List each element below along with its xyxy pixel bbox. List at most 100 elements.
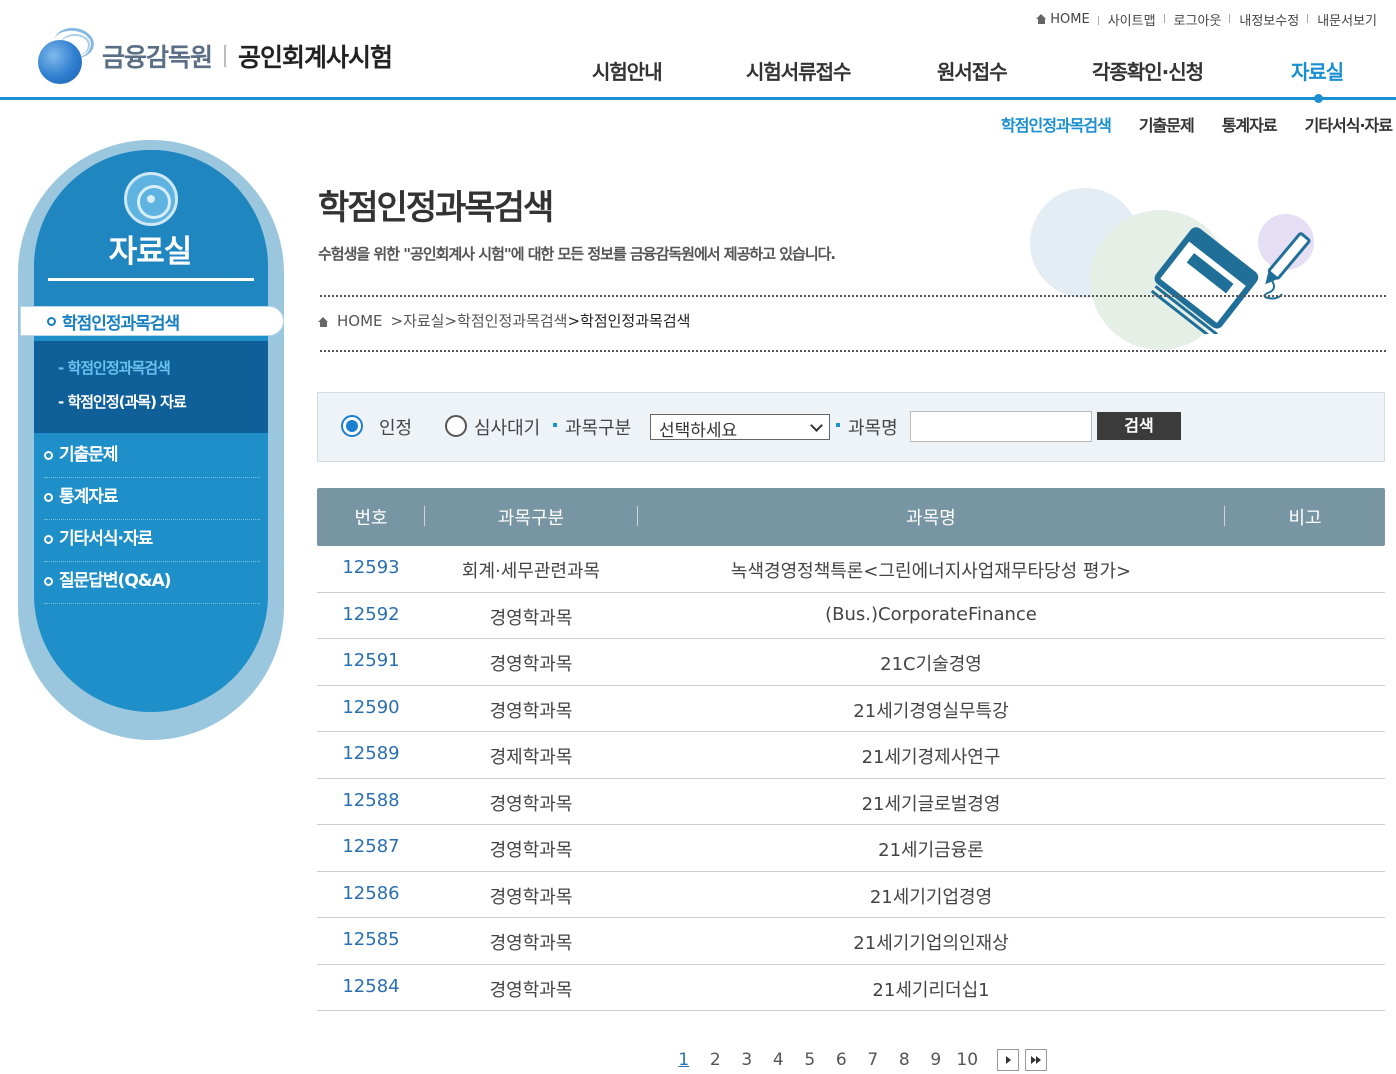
page-link[interactable]: 8 (889, 1050, 921, 1070)
radio-approved[interactable] (341, 415, 363, 437)
bullet-icon (44, 577, 53, 586)
page-link[interactable]: 5 (794, 1050, 826, 1070)
pagination: 1 2 3 4 5 6 7 8 9 10 (668, 1049, 1047, 1071)
page-link[interactable]: 2 (700, 1050, 732, 1070)
logo-divider (224, 45, 227, 67)
page-link[interactable]: 3 (731, 1050, 763, 1070)
util-logout-link[interactable]: 로그아웃 (1165, 10, 1231, 29)
table-row[interactable]: 12590 경영학과목 21세기경영실무특강 (317, 686, 1385, 732)
breadcrumb: HOME >자료실 >학점인정과목검색 >학점인정과목검색 (318, 310, 690, 331)
row-number[interactable]: 12593 (317, 557, 425, 578)
sub-nav: 학점인정과목검색 기출문제 통계자료 기타서식·자료 (973, 112, 1393, 136)
table-row[interactable]: 12592 경영학과목 (Bus.)CorporateFinance (317, 593, 1385, 639)
breadcrumb-current: >학점인정과목검색 (567, 312, 691, 330)
breadcrumb-home[interactable]: HOME (337, 312, 383, 330)
subnav-past-exams[interactable]: 기출문제 (1139, 112, 1195, 136)
last-page-button[interactable] (1025, 1049, 1047, 1071)
gnb-doc-submit[interactable]: 시험서류접수 (746, 56, 851, 85)
side-nav-title: 자료실 (108, 234, 193, 270)
util-home-link[interactable]: HOME (1027, 12, 1100, 27)
row-category: 경영학과목 (489, 793, 573, 815)
site-logo[interactable]: 금융감독원 공인회계사시험 (36, 25, 393, 84)
home-icon (1036, 14, 1047, 24)
radio-pending-label[interactable]: 심사대기 (474, 414, 540, 440)
side-nav-item-statistics[interactable]: 통계자료 (44, 482, 260, 520)
row-subject-name: 21세기기업의인재상 (853, 933, 1009, 954)
gnb-archive[interactable]: 자료실 (1291, 56, 1344, 85)
side-nav-item-credit-search[interactable]: 학점인정과목검색 (20, 306, 284, 336)
subnav-statistics[interactable]: 통계자료 (1222, 112, 1278, 136)
row-category: 경제학과목 (489, 747, 573, 768)
page-link-current[interactable]: 1 (668, 1050, 700, 1070)
table-row[interactable]: 12587 경영학과목 21세기금융론 (317, 825, 1385, 872)
row-number[interactable]: 12592 (317, 604, 425, 625)
table-row[interactable]: 12588 경영학과목 21세기글로벌경영 (317, 779, 1385, 825)
table-row[interactable]: 12584 경영학과목 21세기리더십1 (317, 965, 1385, 1011)
subnav-credit-search[interactable]: 학점인정과목검색 (1001, 112, 1112, 136)
row-subject-name: 21세기경제사연구 (861, 747, 1001, 768)
logo-org: 금융감독원 (102, 43, 213, 72)
row-subject-name: 21세기기업경영 (869, 886, 993, 908)
row-category: 경영학과목 (489, 700, 573, 722)
fss-logo-icon (36, 25, 96, 84)
bullet-dot (836, 423, 840, 427)
row-number[interactable]: 12584 (317, 976, 425, 997)
breadcrumb-credit-search[interactable]: >학점인정과목검색 (444, 310, 567, 331)
breadcrumb-archive[interactable]: >자료실 (391, 310, 445, 331)
side-nav-item-other-forms[interactable]: 기타서식·자료 (44, 524, 260, 562)
gnb-exam-info[interactable]: 시험안내 (592, 56, 663, 85)
subject-name-input[interactable] (910, 411, 1092, 442)
row-number[interactable]: 12588 (317, 790, 425, 811)
col-subject-name: 과목명 (906, 508, 956, 529)
row-category: 경영학과목 (489, 933, 573, 954)
side-nav-item-past-exams[interactable]: 기출문제 (44, 440, 260, 478)
row-number[interactable]: 12590 (317, 697, 425, 718)
next-page-button[interactable] (997, 1049, 1019, 1071)
page-link[interactable]: 9 (920, 1050, 952, 1070)
search-button[interactable]: 검색 (1097, 412, 1181, 440)
col-category: 과목구분 (497, 508, 565, 529)
bullet-dot (553, 423, 557, 427)
row-number[interactable]: 12591 (317, 650, 425, 671)
table-row[interactable]: 12586 경영학과목 21세기기업경영 (317, 872, 1385, 918)
gnb-confirm-request[interactable]: 각종확인·신청 (1092, 56, 1204, 85)
subnav-other-forms[interactable]: 기타서식·자료 (1305, 112, 1393, 136)
table-row[interactable]: 12593 회계·세무관련과목 녹색경영정책특론<그린에너지사업재무타당성 평가… (317, 546, 1385, 593)
row-subject-name: 21C기술경영 (880, 654, 982, 675)
row-category: 회계·세무관련과목 (461, 561, 601, 582)
page-link[interactable]: 7 (857, 1050, 889, 1070)
util-sitemap-link[interactable]: 사이트맵 (1099, 10, 1165, 29)
next-icon (1006, 1056, 1011, 1064)
radio-approved-label[interactable]: 인정 (379, 414, 412, 440)
side-nav-item-qna[interactable]: 질문답변(Q&A) (44, 566, 260, 604)
util-myinfo-link[interactable]: 내정보수정 (1230, 10, 1309, 29)
row-number[interactable]: 12589 (317, 743, 425, 764)
table-row[interactable]: 12585 경영학과목 21세기기업의인재상 (317, 918, 1385, 965)
page-link[interactable]: 6 (826, 1050, 858, 1070)
side-nav-sub-credit-docs[interactable]: - 학점인정(과목) 자료 (58, 391, 187, 412)
dotted-divider (320, 350, 1386, 352)
table-header: 번호 과목구분 과목명 비고 (317, 488, 1385, 546)
bullet-icon (44, 493, 53, 502)
radio-pending[interactable] (445, 415, 467, 437)
table-row[interactable]: 12591 경영학과목 21C기술경영 (317, 639, 1385, 686)
book-pencil-icon (1150, 227, 1311, 334)
gnb-application[interactable]: 원서접수 (937, 56, 1008, 85)
row-number[interactable]: 12587 (317, 836, 425, 857)
col-remarks: 비고 (1288, 508, 1322, 529)
category-select[interactable]: 선택하세요 (650, 414, 830, 441)
page-link[interactable]: 10 (952, 1050, 984, 1070)
search-form: 인정 심사대기 과목구분 선택하세요 과목명 검색 (317, 392, 1385, 462)
side-nav-title-underline (48, 278, 254, 281)
side-nav-submenu (34, 341, 268, 433)
page-link[interactable]: 4 (763, 1050, 795, 1070)
row-number[interactable]: 12585 (317, 929, 425, 950)
row-number[interactable]: 12586 (317, 883, 425, 904)
util-mydocs-link[interactable]: 내문서보기 (1308, 10, 1386, 29)
subject-name-label: 과목명 (848, 418, 898, 439)
table-body: 12593 회계·세무관련과목 녹색경영정책특론<그린에너지사업재무타당성 평가… (317, 546, 1385, 1011)
row-subject-name: 21세기글로벌경영 (861, 793, 1001, 815)
side-nav-sub-credit-search[interactable]: - 학점인정과목검색 (58, 357, 171, 378)
table-row[interactable]: 12589 경제학과목 21세기경제사연구 (317, 732, 1385, 779)
dotted-divider (320, 295, 1386, 297)
